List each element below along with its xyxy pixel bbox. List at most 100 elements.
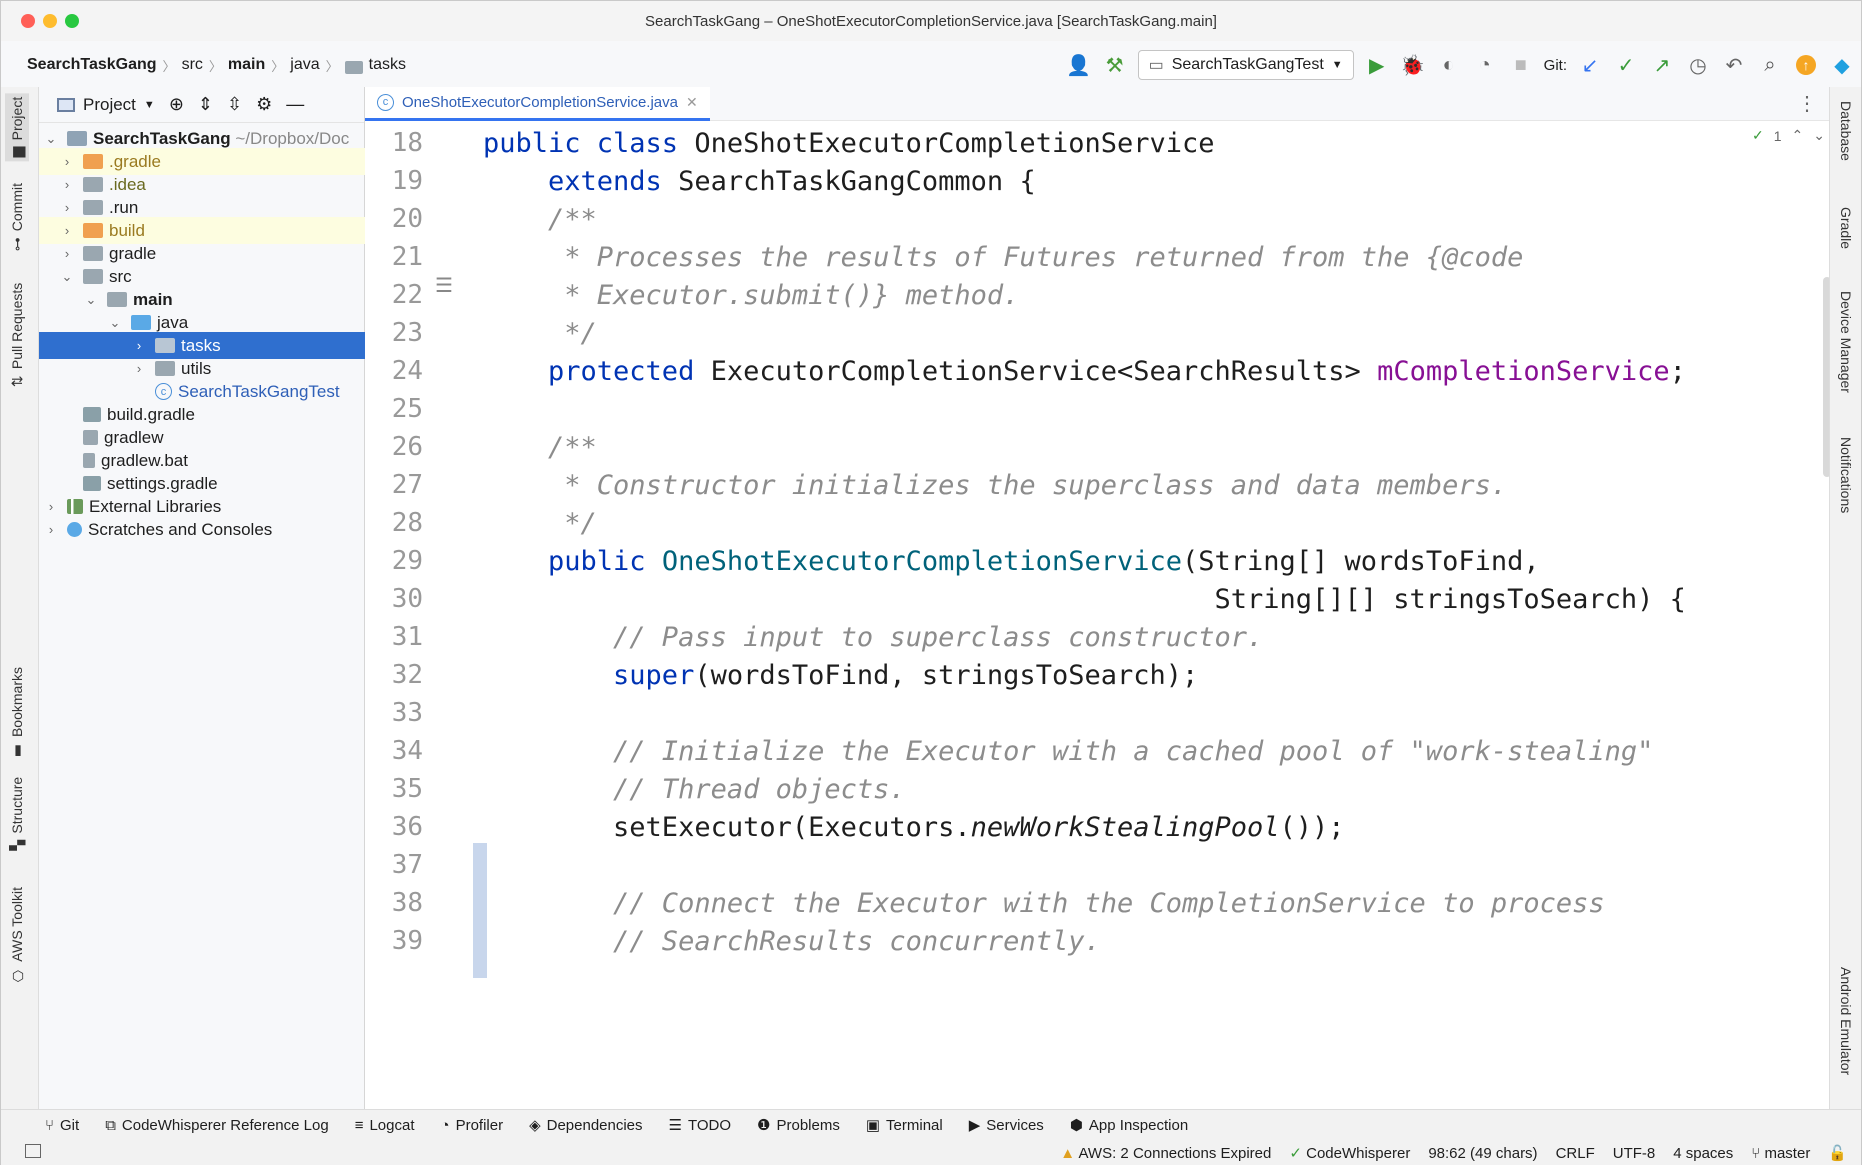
- class-icon: c: [155, 383, 172, 400]
- build-hammer-icon[interactable]: ⚒: [1102, 52, 1128, 78]
- gradle-file-icon: [83, 407, 101, 422]
- tab-notifications[interactable]: Notifications: [1838, 437, 1854, 513]
- tab-android-emulator[interactable]: Android Emulator: [1838, 967, 1854, 1075]
- pull-request-icon: ⇅: [9, 375, 25, 388]
- tab-project[interactable]: ▆ Project: [5, 93, 29, 162]
- inspection-widget[interactable]: ✓ 1 ⌃ ⌄: [1752, 127, 1825, 144]
- tab-oneshot-java[interactable]: c OneShotExecutorCompletionService.java …: [365, 86, 710, 121]
- terminal-icon: ▣: [865, 1117, 881, 1134]
- codewhisperer-status[interactable]: ✓ CodeWhisperer: [1289, 1144, 1410, 1162]
- expand-all-icon[interactable]: ⇕: [198, 94, 213, 115]
- search-icon[interactable]: ⌕: [1757, 52, 1783, 78]
- code-line-27: * Constructor initializes the superclass…: [483, 470, 1508, 501]
- breadcrumb-src[interactable]: src: [182, 56, 203, 74]
- more-options-icon[interactable]: ⋮: [1797, 91, 1817, 116]
- tool-dependencies[interactable]: ◈ Dependencies: [529, 1116, 642, 1135]
- profile-icon[interactable]: ◔: [1472, 52, 1498, 78]
- breadcrumb: SearchTaskGang 〉 src 〉 main 〉 java 〉 tasks: [27, 56, 406, 74]
- debug-icon[interactable]: 🐞: [1400, 52, 1426, 78]
- folder-icon: ▆: [9, 146, 25, 158]
- breadcrumb-tasks[interactable]: tasks: [369, 56, 406, 74]
- git-branch[interactable]: ⑂ master: [1751, 1145, 1810, 1162]
- tool-codewhisperer-log[interactable]: ⧉ CodeWhisperer Reference Log: [105, 1117, 329, 1134]
- status-indicators: ▲ AWS: 2 Connections Expired ✓ CodeWhisp…: [1060, 1140, 1847, 1166]
- tool-profiler[interactable]: ◔ Profiler: [441, 1117, 504, 1134]
- locate-icon[interactable]: ⊕: [169, 94, 184, 115]
- update-icon[interactable]: ↑: [1793, 52, 1819, 78]
- layers-icon: ◈: [529, 1117, 541, 1134]
- tool-services[interactable]: ▶ Services: [969, 1116, 1044, 1135]
- tool-app-inspection[interactable]: ⬢ App Inspection: [1070, 1116, 1188, 1135]
- tab-database[interactable]: Database: [1838, 101, 1854, 161]
- indent-setting[interactable]: 4 spaces: [1673, 1145, 1733, 1162]
- gear-icon[interactable]: ⚙: [256, 94, 272, 115]
- folder-icon: [83, 246, 103, 261]
- tool-todo[interactable]: ☰ TODO: [668, 1116, 732, 1135]
- run-icon[interactable]: ▶: [1364, 52, 1390, 78]
- history-icon[interactable]: ◷: [1685, 52, 1711, 78]
- git-push-icon[interactable]: ↗: [1649, 52, 1675, 78]
- folder-icon: [107, 292, 127, 307]
- layout-toggle-icon[interactable]: [25, 1144, 41, 1158]
- breadcrumb-project[interactable]: SearchTaskGang: [27, 56, 157, 74]
- code-line-39: // SearchResults concurrently.: [483, 926, 1101, 957]
- stop-icon[interactable]: ■: [1508, 52, 1534, 78]
- git-commit-icon[interactable]: ✓: [1613, 52, 1639, 78]
- caret-position[interactable]: 98:62 (49 chars): [1428, 1145, 1537, 1162]
- tab-structure[interactable]: ▚ Structure: [9, 777, 25, 851]
- line-separator[interactable]: CRLF: [1556, 1145, 1595, 1162]
- tab-commit[interactable]: ⊶ Commit: [9, 183, 25, 251]
- folder-icon: [344, 60, 363, 74]
- toolbox-icon[interactable]: ◆: [1829, 52, 1855, 78]
- run-configuration-select[interactable]: ▭ SearchTaskGangTest ▼: [1137, 50, 1354, 80]
- hide-icon[interactable]: —: [286, 94, 304, 115]
- branch-icon: ⑂: [1751, 1144, 1761, 1162]
- ide-window: SearchTaskGang – OneShotExecutorCompleti…: [0, 0, 1862, 1165]
- code-area[interactable]: public class OneShotExecutorCompletionSe…: [483, 121, 1803, 1109]
- branch-icon: ⑂: [45, 1116, 55, 1134]
- close-window-button[interactable]: [21, 14, 35, 28]
- title-bar: SearchTaskGang – OneShotExecutorCompleti…: [1, 1, 1861, 41]
- breadcrumb-main[interactable]: main: [228, 56, 265, 74]
- line-number: 39: [391, 926, 423, 956]
- fold-icon[interactable]: ☰: [435, 273, 453, 298]
- coverage-icon[interactable]: ◐: [1436, 52, 1462, 78]
- chevron-down-icon: ▼: [1331, 59, 1343, 71]
- file-encoding[interactable]: UTF-8: [1613, 1145, 1656, 1162]
- aws-cube-icon: ⬡: [9, 967, 25, 984]
- project-view-select[interactable]: Project ▼: [57, 95, 155, 115]
- tab-aws-toolkit[interactable]: ⬡ AWS Toolkit: [9, 887, 25, 984]
- breadcrumb-java[interactable]: java: [290, 56, 319, 74]
- tab-pull-requests[interactable]: ⇅ Pull Requests: [9, 283, 25, 387]
- lock-icon[interactable]: 🔓: [1828, 1144, 1847, 1162]
- zoom-window-button[interactable]: [65, 14, 79, 28]
- rollback-icon[interactable]: ↶: [1721, 52, 1747, 78]
- user-icon[interactable]: 👤: [1066, 52, 1092, 78]
- collapse-all-icon[interactable]: ⇳: [227, 94, 242, 115]
- chevron-up-icon[interactable]: ⌃: [1792, 127, 1804, 144]
- code-line-24: protected ExecutorCompletionService<Sear…: [483, 356, 1686, 387]
- close-icon[interactable]: ✕: [686, 94, 698, 111]
- list-icon: ☰: [668, 1117, 682, 1134]
- folder-icon: [83, 177, 103, 192]
- folder-icon: [83, 200, 103, 215]
- tool-git[interactable]: ⑂ Git: [45, 1117, 79, 1134]
- tool-problems[interactable]: ❶ Problems: [757, 1116, 840, 1135]
- tool-terminal[interactable]: ▣ Terminal: [865, 1116, 943, 1135]
- status-bar: ⑂ Git ⧉ CodeWhisperer Reference Log ≡ Logca…: [1, 1109, 1861, 1165]
- structure-icon: ▚: [9, 839, 25, 851]
- tree-row-scratches[interactable]: › Scratches and Consoles: [39, 516, 365, 543]
- git-update-icon[interactable]: ↙: [1577, 52, 1603, 78]
- tab-gradle[interactable]: Gradle: [1838, 207, 1854, 249]
- check-icon: ✓: [1289, 1145, 1302, 1162]
- right-tool-strip: Database Gradle Device Manager Notificat…: [1829, 87, 1861, 1109]
- aws-status[interactable]: ▲ AWS: 2 Connections Expired: [1060, 1145, 1271, 1162]
- minimize-window-button[interactable]: [43, 14, 57, 28]
- tab-bookmarks[interactable]: ▮ Bookmarks: [9, 667, 25, 759]
- chevron-down-icon[interactable]: ⌄: [1813, 127, 1825, 144]
- check-icon: ✓: [1752, 127, 1764, 143]
- tab-device-manager[interactable]: Device Manager: [1838, 291, 1854, 393]
- package-icon: [155, 338, 175, 353]
- window-icon: [57, 97, 75, 112]
- tool-logcat[interactable]: ≡ Logcat: [355, 1117, 415, 1134]
